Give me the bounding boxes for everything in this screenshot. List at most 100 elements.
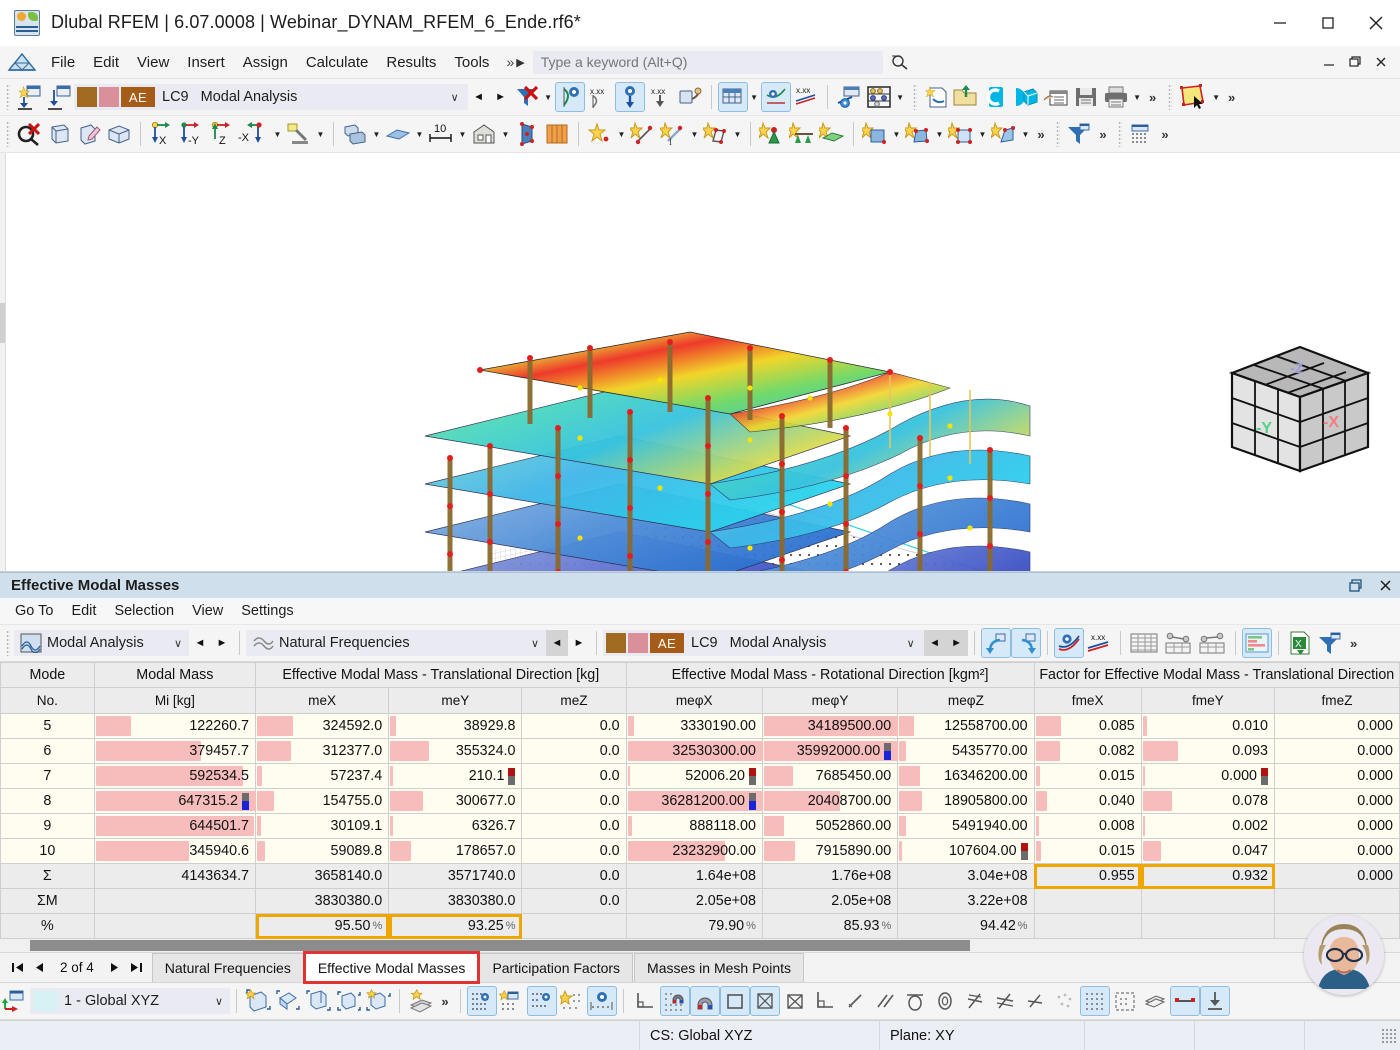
panel-analysis-prev[interactable]: ◄ (189, 630, 211, 656)
result-table-icon[interactable] (717, 82, 748, 112)
render-wireframe-icon[interactable] (44, 119, 74, 149)
toolbar2-grip-2[interactable] (1056, 121, 1060, 147)
cell-mex[interactable]: 59089.8 (254, 838, 390, 864)
scrollbar-thumb[interactable] (30, 940, 970, 951)
filter-delete-icon[interactable] (512, 82, 542, 112)
goto-next-result-icon[interactable] (1010, 628, 1041, 658)
support-line-icon[interactable] (1170, 986, 1200, 1016)
highlighted-mex-percent[interactable]: 95.50% (254, 913, 390, 939)
cell-mez[interactable]: 107604.00 (897, 838, 1035, 864)
close-panel-icon[interactable] (1370, 574, 1400, 598)
header-fmez[interactable]: fmeZ (1274, 687, 1400, 714)
cell-mex[interactable]: 324592.0 (254, 713, 390, 739)
summary-cell-mikg[interactable] (93, 913, 257, 939)
save-icon[interactable] (1071, 82, 1101, 112)
cell-mikg[interactable]: 345940.6 (93, 838, 257, 864)
table-summary-row[interactable]: Σ 4143634.7 3658140.0 3571740.0 0.0 1.64e+08 1… (0, 863, 1400, 889)
panel-menu-selection[interactable]: Selection (105, 601, 183, 621)
cell-mey[interactable]: 6326.7 (388, 813, 523, 839)
summary-cell-mex[interactable]: 3658140.0 (254, 863, 390, 889)
new-solid-icon[interactable] (989, 119, 1019, 149)
toolbar-overflow-icon-2[interactable]: » (1223, 90, 1241, 105)
new-result-snapshot-icon[interactable] (14, 82, 44, 112)
header-mephiz[interactable]: meφZ (897, 687, 1035, 714)
cell-mode-no[interactable]: 7 (0, 763, 95, 789)
line-snap-icon[interactable] (840, 986, 870, 1016)
header-group-factor[interactable]: Factor for Effective Modal Mass - Transl… (1033, 662, 1400, 688)
new-line-input-icon[interactable]: I (658, 119, 688, 149)
cell-fmez[interactable]: 0.000 (1274, 713, 1400, 739)
cell-fmex[interactable]: 0.085 (1033, 713, 1142, 739)
summary-cell-mey[interactable]: 3571740.0 (388, 863, 523, 889)
panel-loadcase-chevron-icon[interactable]: ∨ (900, 637, 922, 650)
cell-fmey[interactable]: 0.000 (1140, 763, 1276, 789)
summary-cell-mex[interactable]: 79.90% (625, 913, 763, 939)
new-freeform-surface-icon[interactable] (903, 119, 933, 149)
cell-mey[interactable]: 7915890.00 (761, 838, 899, 864)
cell-mode-no[interactable]: 9 (0, 813, 95, 839)
result-settings-icon[interactable] (834, 82, 864, 112)
corner-snap-icon[interactable] (810, 986, 840, 1016)
table-row[interactable]: 9 644501.7 30109.1 6326.7 0.0 888118.00 505286… (0, 813, 1400, 839)
summary-cell-mex[interactable]: 1.64e+08 (625, 863, 763, 889)
abacus-calculator-icon[interactable] (864, 82, 894, 112)
panel-analysis-chevron-icon[interactable]: ∨ (167, 637, 189, 650)
search-icon[interactable] (887, 50, 913, 74)
cloud-model-icon[interactable] (1011, 82, 1041, 112)
ortho-square-icon[interactable] (720, 986, 750, 1016)
panel-analysis-next[interactable]: ► (211, 630, 233, 656)
render-edit-icon[interactable] (74, 119, 104, 149)
cell-fmey[interactable]: 0.010 (1140, 713, 1276, 739)
cell-fmex[interactable]: 0.015 (1033, 838, 1142, 864)
panel-loadcase-selector[interactable]: AE LC9 Modal Analysis ∨ (603, 630, 924, 656)
cell-fmez[interactable]: 0.000 (1274, 838, 1400, 864)
summary-cell-fmey[interactable] (1140, 913, 1276, 939)
cell-mex[interactable]: 888118.00 (625, 813, 763, 839)
opening-dropdown-icon[interactable]: ▼ (976, 130, 989, 139)
select-dropdown-icon[interactable]: ▼ (1210, 93, 1223, 102)
cs-chevron-down-icon[interactable]: ∨ (208, 995, 230, 1008)
results-visibility-icon[interactable] (760, 82, 791, 112)
pager-first-button[interactable] (6, 954, 28, 982)
cell-mez[interactable]: 16346200.00 (897, 763, 1035, 789)
show-diagram-result-icon[interactable] (1053, 628, 1084, 658)
new-polyline-icon[interactable] (701, 119, 731, 149)
cell-mey[interactable]: 178657.0 (388, 838, 523, 864)
doc-minimize-icon[interactable] (1316, 49, 1342, 75)
table-row[interactable]: 7 592534.5 57237.4 210.1 0.0 52006.20 7685450.… (0, 763, 1400, 789)
show-numeric-values-icon[interactable]: x.xx (1084, 628, 1114, 658)
node-dropdown-icon[interactable]: ▼ (615, 130, 628, 139)
cell-mez[interactable]: 5491940.00 (897, 813, 1035, 839)
loadcase-prev-button[interactable]: ◄ (468, 84, 490, 110)
table-all-rows-icon[interactable] (1127, 628, 1161, 658)
header-group-mode[interactable]: Mode (0, 662, 95, 688)
cell-mex[interactable]: 57237.4 (254, 763, 390, 789)
menu-item-file[interactable]: File (42, 51, 84, 74)
maximize-icon[interactable] (1304, 0, 1352, 46)
panel-result-prev[interactable]: ◄ (546, 630, 568, 656)
cell-mikg[interactable]: 647315.2 (93, 788, 257, 814)
cell-fmey[interactable]: 0.078 (1140, 788, 1276, 814)
panel-result-chevron-icon[interactable]: ∨ (524, 637, 546, 650)
center-snap-icon[interactable] (930, 986, 960, 1016)
doc-close-icon[interactable] (1368, 49, 1394, 75)
cell-mez[interactable]: 0.0 (521, 813, 627, 839)
panel-toolbar-grip[interactable] (6, 630, 10, 656)
table-filter-max-icon[interactable] (1161, 628, 1195, 658)
summary-cell-fmez[interactable] (1274, 888, 1400, 914)
object-snap-icon[interactable] (497, 986, 527, 1016)
bottom-toolbar-overflow-icon[interactable]: » (436, 994, 454, 1009)
header-fmex[interactable]: fmeX (1033, 687, 1142, 714)
panel-result-next[interactable]: ► (568, 630, 590, 656)
view-dropdown-icon[interactable]: ▼ (271, 130, 284, 139)
view-navigation-cube[interactable]: -Z -Y -X (1218, 335, 1378, 490)
cell-mez[interactable]: 0.0 (521, 838, 627, 864)
loadcase-next-button[interactable]: ► (490, 84, 512, 110)
cell-fmez[interactable]: 0.000 (1274, 813, 1400, 839)
result-values-on-icon[interactable] (614, 82, 645, 112)
table-horizontal-scrollbar[interactable] (0, 939, 1400, 953)
support-point-icon[interactable] (1200, 986, 1230, 1016)
workplane-top-icon[interactable] (273, 986, 303, 1016)
cell-fmez[interactable]: 0.000 (1274, 788, 1400, 814)
menu-item-tools[interactable]: Tools (445, 51, 498, 74)
